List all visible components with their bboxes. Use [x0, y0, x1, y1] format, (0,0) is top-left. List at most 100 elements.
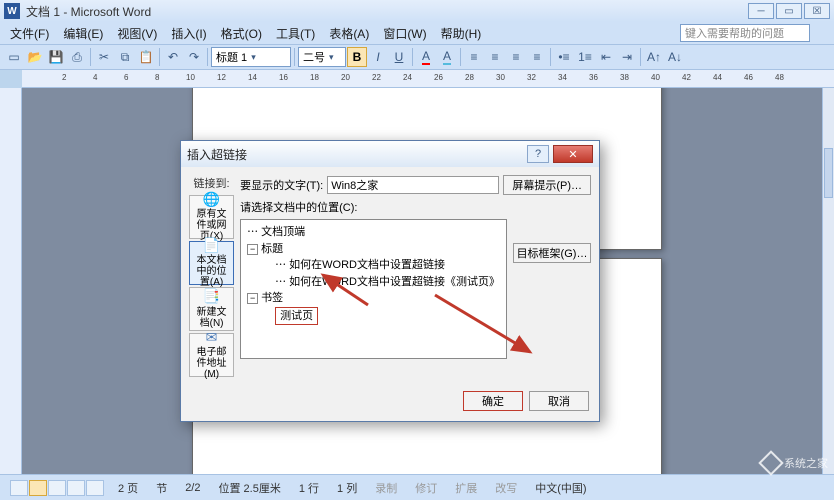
- link-place-in-doc-button[interactable]: 📄 本文档中的位置(A): [189, 241, 234, 285]
- status-ovr: 改写: [491, 480, 521, 496]
- document-location-icon: 📄: [202, 238, 222, 253]
- status-rec: 录制: [371, 480, 401, 496]
- tree-doc-top[interactable]: ⋯ 文档顶端: [247, 224, 500, 241]
- dialog-title: 插入超链接: [187, 146, 247, 163]
- status-page: 2 页: [114, 480, 142, 496]
- align-left-icon[interactable]: ≡: [464, 47, 484, 67]
- display-text-input[interactable]: [327, 176, 499, 194]
- chevron-down-icon: ▾: [329, 52, 334, 63]
- link-to-sidebar: 链接到: 🌐 原有文件或网页(X) 📄 本文档中的位置(A) 📑 新建文档(N)…: [189, 175, 234, 377]
- link-to-label: 链接到:: [189, 175, 234, 191]
- view-print-layout-icon[interactable]: [29, 480, 47, 496]
- status-position: 位置 2.5厘米: [214, 480, 284, 496]
- status-pages: 2/2: [181, 482, 204, 494]
- menu-window[interactable]: 窗口(W): [377, 23, 432, 44]
- align-justify-icon[interactable]: ≡: [527, 47, 547, 67]
- cancel-button[interactable]: 取消: [529, 391, 589, 411]
- help-search-input[interactable]: 键入需要帮助的问题: [680, 24, 810, 42]
- align-center-icon[interactable]: ≡: [485, 47, 505, 67]
- insert-hyperlink-dialog: 插入超链接 ? ✕ 链接到: 🌐 原有文件或网页(X) 📄 本文档中的位置(A)…: [180, 140, 600, 422]
- open-icon[interactable]: 📂: [25, 47, 45, 67]
- bold-button[interactable]: B: [347, 47, 367, 67]
- new-document-icon: 📑: [202, 289, 222, 304]
- font-grow-icon[interactable]: A↑: [644, 47, 664, 67]
- link-new-doc-button[interactable]: 📑 新建文档(N): [189, 287, 234, 331]
- print-icon[interactable]: ⎙: [67, 47, 87, 67]
- new-doc-icon[interactable]: ▭: [4, 47, 24, 67]
- menu-format[interactable]: 格式(O): [215, 23, 268, 44]
- link-existing-file-button[interactable]: 🌐 原有文件或网页(X): [189, 195, 234, 239]
- horizontal-ruler[interactable]: 2468101214161820222426283032343638404244…: [22, 70, 834, 88]
- highlight-icon[interactable]: A: [437, 47, 457, 67]
- status-section: 节: [152, 480, 171, 496]
- view-normal-icon[interactable]: [10, 480, 28, 496]
- chevron-down-icon: ▾: [251, 52, 256, 63]
- email-icon: ✉: [202, 330, 222, 345]
- decrease-indent-icon[interactable]: ⇤: [596, 47, 616, 67]
- ok-button[interactable]: 确定: [463, 391, 523, 411]
- vertical-ruler[interactable]: [0, 88, 22, 474]
- copy-icon[interactable]: ⧉: [115, 47, 135, 67]
- view-outline-icon[interactable]: [67, 480, 85, 496]
- save-icon[interactable]: 💾: [46, 47, 66, 67]
- align-right-icon[interactable]: ≡: [506, 47, 526, 67]
- tree-headings[interactable]: −标题: [247, 241, 500, 258]
- cut-icon[interactable]: ✂: [94, 47, 114, 67]
- menu-view[interactable]: 视图(V): [111, 23, 163, 44]
- watermark: 系统之家: [762, 454, 828, 472]
- italic-button[interactable]: I: [368, 47, 388, 67]
- numbering-icon[interactable]: 1≡: [575, 47, 595, 67]
- collapse-icon[interactable]: −: [247, 244, 258, 255]
- display-text-label: 要显示的文字(T):: [240, 177, 323, 193]
- menu-table[interactable]: 表格(A): [323, 23, 375, 44]
- select-location-label: 请选择文档中的位置(C):: [240, 199, 591, 215]
- link-email-button[interactable]: ✉ 电子邮件地址(M): [189, 333, 234, 377]
- title-bar: W 文档 1 - Microsoft Word ─ ▭ ☒: [0, 0, 834, 22]
- close-window-button[interactable]: ☒: [804, 3, 830, 19]
- menu-edit[interactable]: 编辑(E): [57, 23, 109, 44]
- watermark-logo-icon: [758, 450, 783, 475]
- window-title: 文档 1 - Microsoft Word: [26, 3, 151, 20]
- menu-bar: 文件(F) 编辑(E) 视图(V) 插入(I) 格式(O) 工具(T) 表格(A…: [0, 22, 834, 44]
- word-app-icon: W: [4, 3, 20, 19]
- globe-file-icon: 🌐: [202, 192, 222, 207]
- view-reading-icon[interactable]: [86, 480, 104, 496]
- vertical-scrollbar[interactable]: [822, 88, 834, 474]
- formatting-toolbar: ▭ 📂 💾 ⎙ ✂ ⧉ 📋 ↶ ↷ 标题 1▾ 二号▾ B I U A A ≡ …: [0, 44, 834, 70]
- document-location-tree[interactable]: ⋯ 文档顶端 −标题 ⋯ 如何在WORD文档中设置超链接 ⋯ 如何在WORD文档…: [240, 219, 507, 359]
- tree-bookmark-item[interactable]: 测试页: [247, 307, 500, 326]
- status-ext: 扩展: [451, 480, 481, 496]
- font-color-icon[interactable]: A: [416, 47, 436, 67]
- screentip-button[interactable]: 屏幕提示(P)…: [503, 175, 591, 195]
- status-bar: 2 页 节 2/2 位置 2.5厘米 1 行 1 列 录制 修订 扩展 改写 中…: [0, 474, 834, 500]
- minimize-button[interactable]: ─: [748, 3, 774, 19]
- status-column: 1 列: [333, 480, 361, 496]
- style-combo[interactable]: 标题 1▾: [211, 47, 291, 67]
- maximize-button[interactable]: ▭: [776, 3, 802, 19]
- menu-file[interactable]: 文件(F): [4, 23, 55, 44]
- redo-icon[interactable]: ↷: [184, 47, 204, 67]
- font-shrink-icon[interactable]: A↓: [665, 47, 685, 67]
- undo-icon[interactable]: ↶: [163, 47, 183, 67]
- scrollbar-thumb[interactable]: [824, 148, 833, 198]
- status-rev: 修订: [411, 480, 441, 496]
- menu-tools[interactable]: 工具(T): [270, 23, 321, 44]
- increase-indent-icon[interactable]: ⇥: [617, 47, 637, 67]
- collapse-icon[interactable]: −: [247, 293, 258, 304]
- tree-heading-item[interactable]: ⋯ 如何在WORD文档中设置超链接《测试页》: [275, 274, 500, 291]
- status-line: 1 行: [295, 480, 323, 496]
- target-frame-button[interactable]: 目标框架(G)…: [513, 243, 591, 263]
- paste-icon[interactable]: 📋: [136, 47, 156, 67]
- font-size-combo[interactable]: 二号▾: [298, 47, 346, 67]
- dialog-close-button[interactable]: ✕: [553, 145, 593, 163]
- view-web-icon[interactable]: [48, 480, 66, 496]
- menu-insert[interactable]: 插入(I): [165, 23, 212, 44]
- menu-help[interactable]: 帮助(H): [435, 23, 488, 44]
- bullets-icon[interactable]: •≡: [554, 47, 574, 67]
- status-language: 中文(中国): [531, 480, 590, 496]
- underline-button[interactable]: U: [389, 47, 409, 67]
- tree-bookmarks[interactable]: −书签: [247, 290, 500, 307]
- dialog-help-button[interactable]: ?: [527, 145, 549, 163]
- dialog-titlebar[interactable]: 插入超链接 ? ✕: [181, 141, 599, 167]
- tree-heading-item[interactable]: ⋯ 如何在WORD文档中设置超链接: [275, 257, 500, 274]
